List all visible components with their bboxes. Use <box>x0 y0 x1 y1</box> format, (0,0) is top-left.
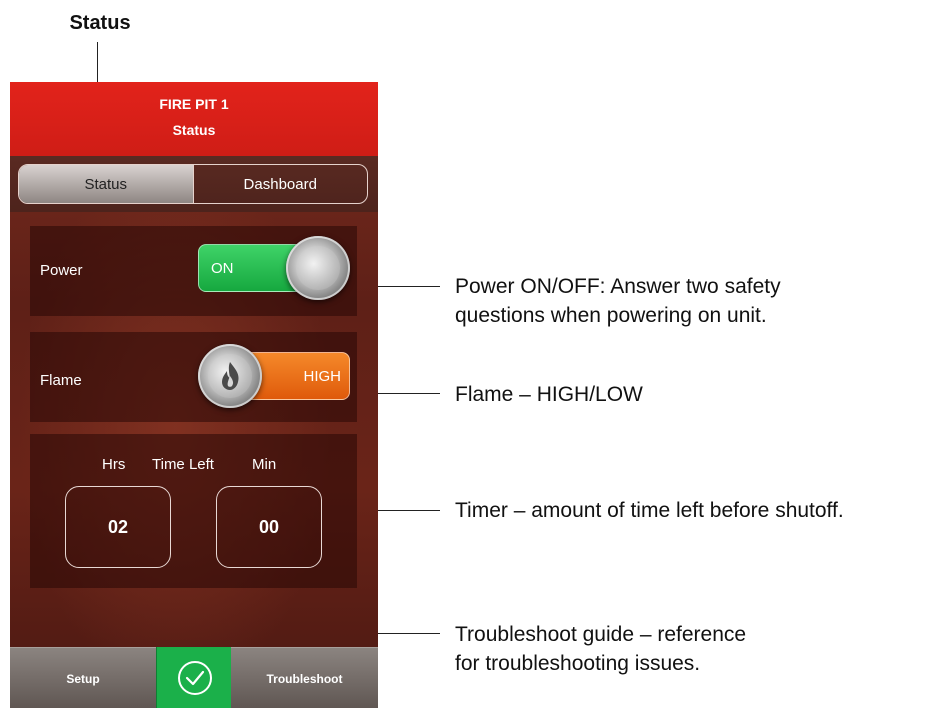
bottom-nav: Setup Troubleshoot <box>10 647 378 708</box>
troubleshoot-callout-line1: Troubleshoot guide – reference <box>455 623 747 646</box>
timer-title: Time Left <box>152 456 214 473</box>
flame-knob-face <box>208 354 252 398</box>
timer-panel: Hrs Time Left Min 02 00 <box>30 434 357 588</box>
header-subtitle: Status <box>172 122 216 138</box>
segmented-control: Status Dashboard <box>18 164 368 204</box>
header-title: FIRE PIT 1 <box>159 96 229 112</box>
power-label: Power <box>40 262 83 279</box>
power-toggle[interactable]: ON <box>198 236 350 300</box>
power-callout: Power ON/OFF: Answer two safety question… <box>455 272 781 330</box>
power-panel: Power ON <box>30 226 357 316</box>
troubleshoot-callout: Troubleshoot guide – reference for troub… <box>455 620 746 678</box>
timer-min-label: Min <box>252 456 277 473</box>
timer-minutes-box[interactable]: 00 <box>216 486 322 568</box>
flame-toggle[interactable]: HIGH <box>198 344 350 408</box>
power-toggle-knob[interactable] <box>286 236 350 300</box>
flame-toggle-value: HIGH <box>303 367 342 385</box>
flame-callout: Flame – HIGH/LOW <box>455 383 643 406</box>
phone-screen: FIRE PIT 1 Status Status Dashboard Power… <box>10 82 378 708</box>
confirm-button[interactable] <box>156 647 233 708</box>
power-callout-line2: questions when powering on unit. <box>455 304 767 327</box>
power-callout-line1: Power ON/OFF: Answer two safety <box>455 275 781 298</box>
flame-label: Flame <box>40 372 82 389</box>
app-header: FIRE PIT 1 Status <box>10 82 378 156</box>
timer-hours-box[interactable]: 02 <box>65 486 171 568</box>
flame-panel: Flame HIGH <box>30 332 357 422</box>
power-toggle-value: ON <box>211 259 234 277</box>
power-knob-face <box>296 246 340 290</box>
flame-toggle-knob[interactable] <box>198 344 262 408</box>
check-circle-icon <box>177 660 212 695</box>
flame-icon <box>222 362 239 390</box>
tab-dashboard[interactable]: Dashboard <box>194 165 368 203</box>
tab-status[interactable]: Status <box>19 165 194 203</box>
tab-bar: Status Dashboard <box>10 156 378 212</box>
troubleshoot-button[interactable]: Troubleshoot <box>231 647 378 708</box>
troubleshoot-callout-line2: for troubleshooting issues. <box>455 652 701 675</box>
setup-button[interactable]: Setup <box>10 647 156 708</box>
timer-callout: Timer – amount of time left before shuto… <box>455 499 844 522</box>
status-annotation-label: Status <box>69 12 131 34</box>
timer-hrs-label: Hrs <box>102 456 126 473</box>
